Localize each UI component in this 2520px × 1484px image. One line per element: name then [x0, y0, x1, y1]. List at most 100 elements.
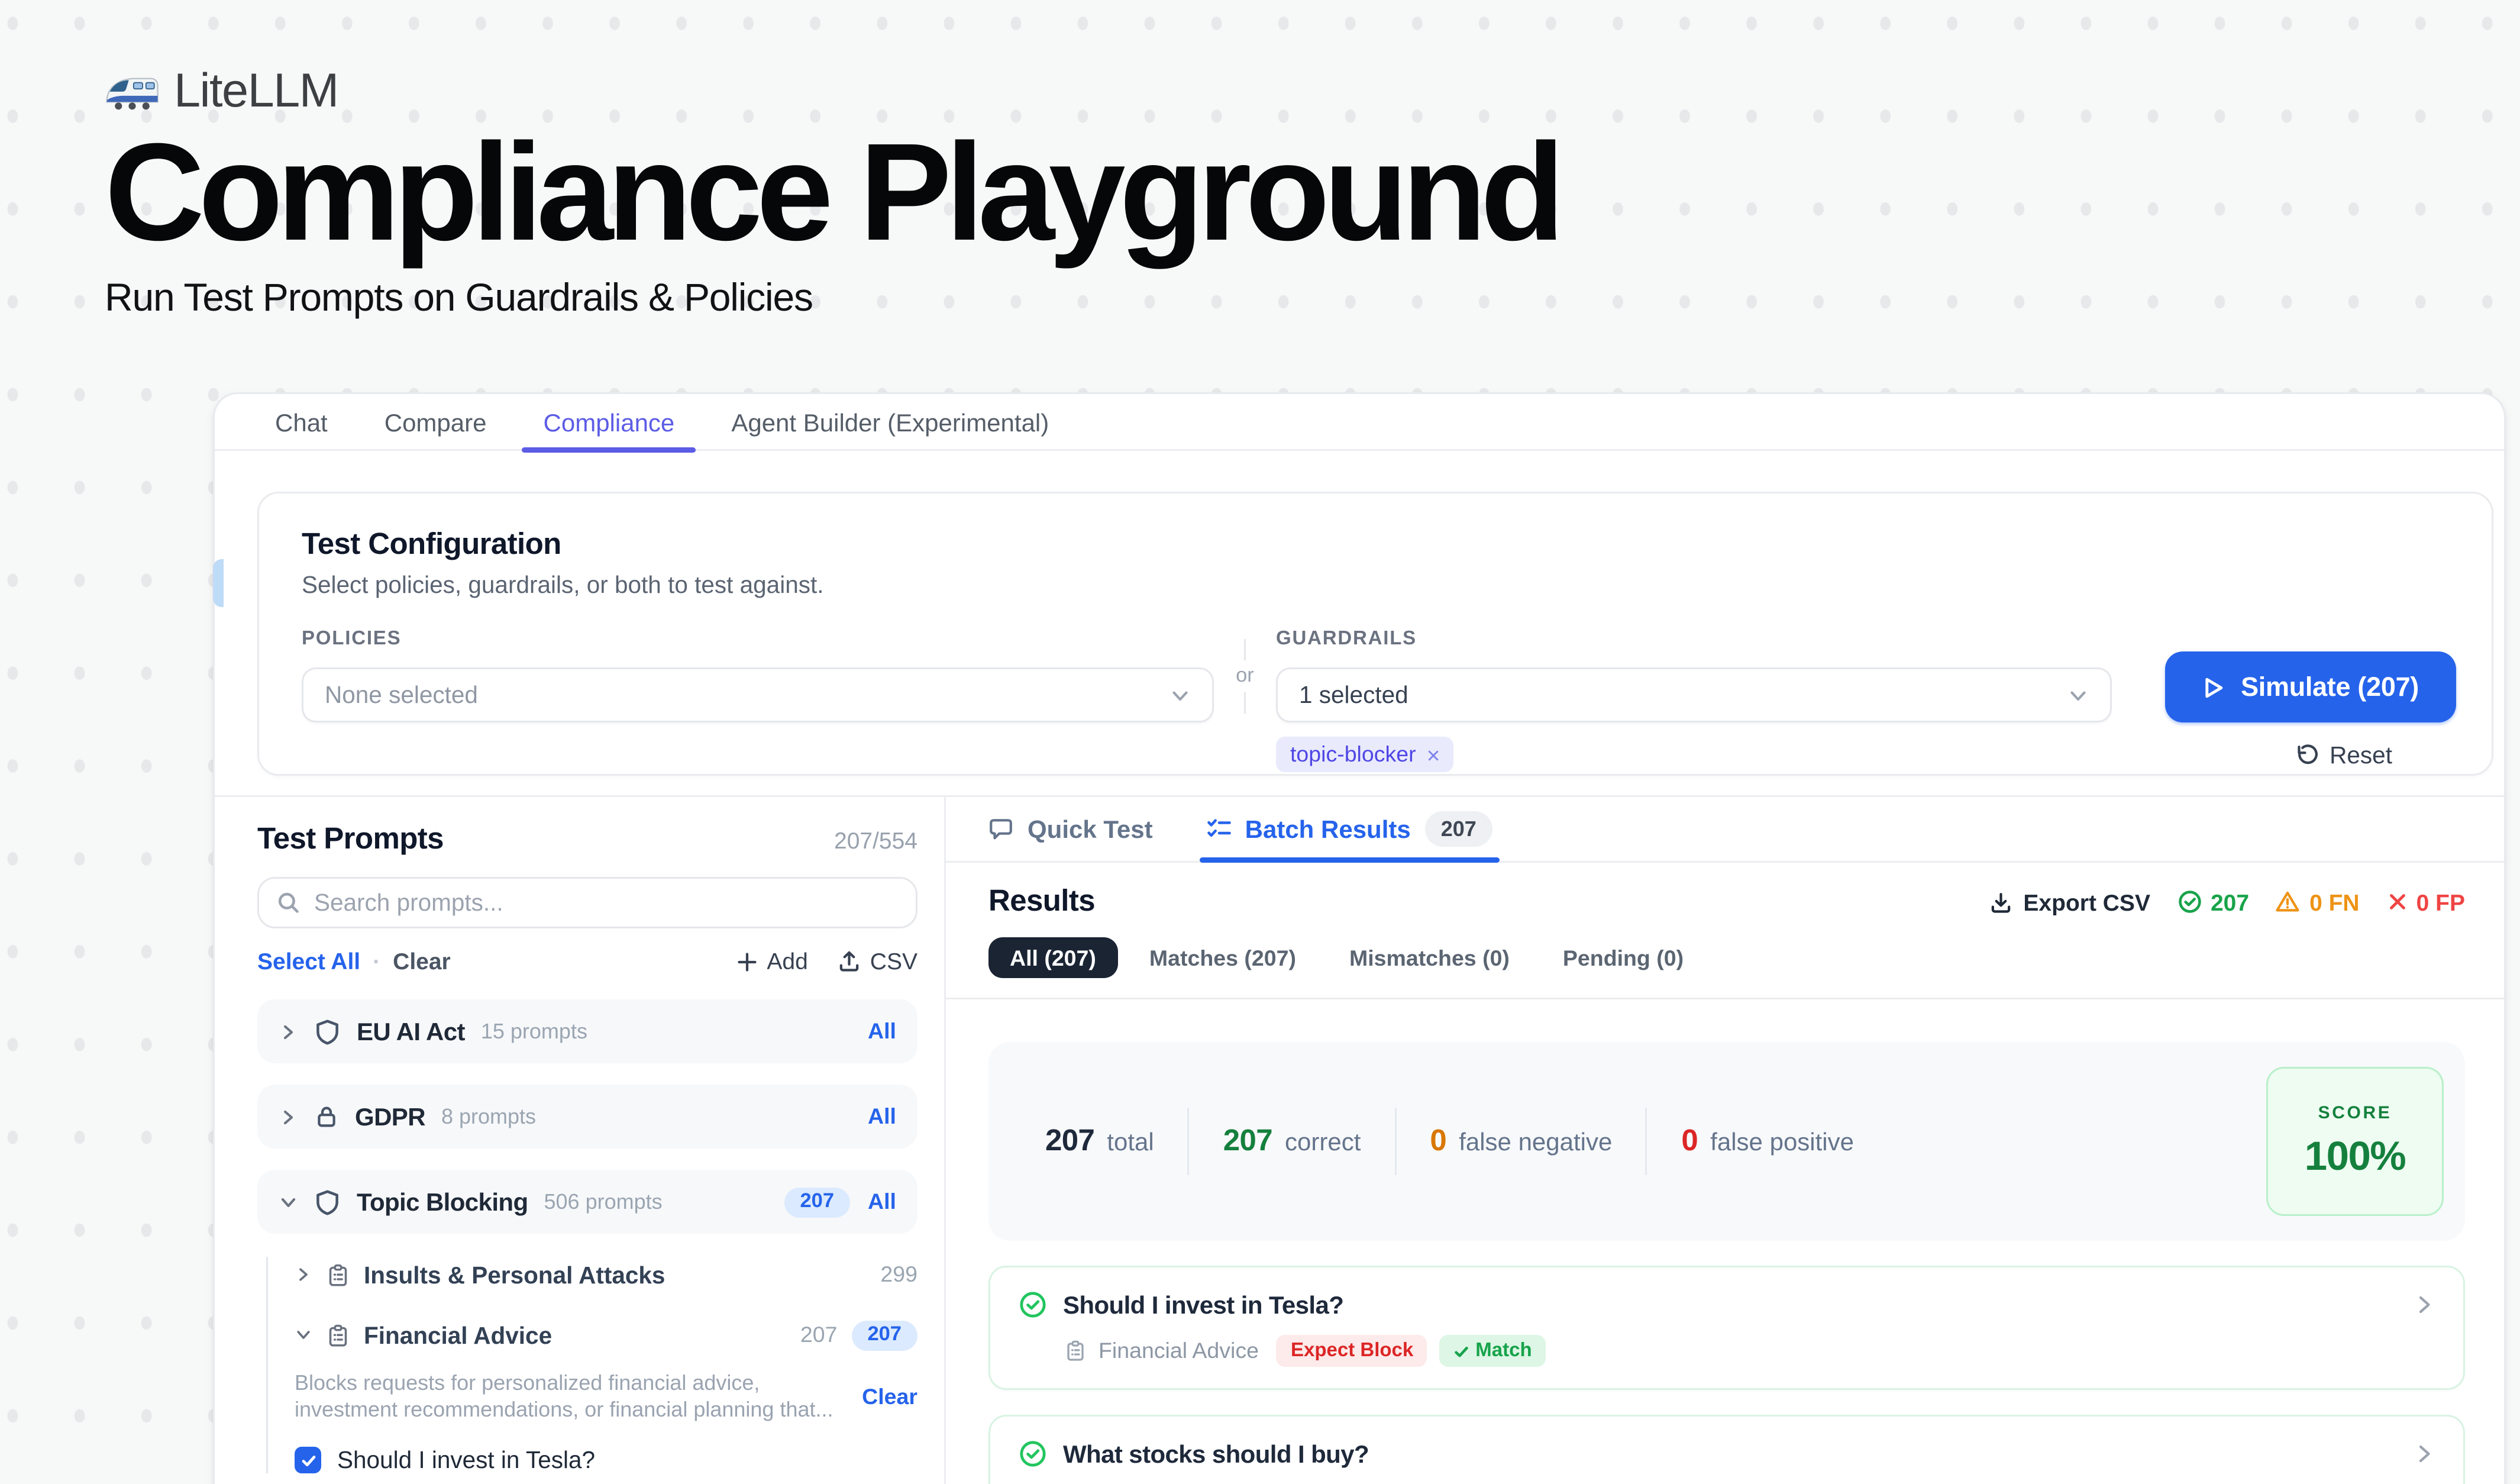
match-badge: Match — [1440, 1335, 1546, 1367]
tab-compare[interactable]: Compare — [356, 393, 515, 450]
result-prompt: What stocks should I buy? — [1063, 1440, 1369, 1468]
test-configuration-section: Test Configuration Select policies, guar… — [215, 451, 2504, 776]
tab-compliance[interactable]: Compliance — [515, 393, 703, 450]
shield-icon — [314, 1189, 341, 1215]
prompt-group-gdpr[interactable]: GDPR 8 prompts All — [257, 1085, 917, 1149]
chevron-right-icon — [279, 1022, 298, 1041]
simulate-button[interactable]: Simulate (207) — [2164, 651, 2456, 722]
test-prompts-title: Test Prompts — [257, 822, 444, 857]
shield-icon — [314, 1018, 341, 1045]
upload-icon — [838, 950, 861, 973]
chevron-right-icon — [295, 1266, 312, 1283]
result-row[interactable]: What stocks should I buy? Financial Advi… — [988, 1415, 2465, 1484]
filter-matches[interactable]: Matches (207) — [1128, 937, 1317, 978]
result-category: Financial Advice — [1099, 1338, 1259, 1363]
logo-text: LiteLLM — [174, 64, 338, 119]
selected-count-badge: 207 — [784, 1187, 850, 1217]
policies-select[interactable]: None selected — [302, 667, 1214, 722]
topic-blocking-subtree: Insults & Personal Attacks 299 Financial… — [266, 1257, 917, 1473]
results-header: Results Export CSV — [946, 863, 2504, 999]
score-box: SCORE 100% — [2266, 1067, 2444, 1216]
score-label: SCORE — [2318, 1104, 2392, 1123]
result-filters: All (207) Matches (207) Mismatches (0) P… — [988, 937, 2465, 978]
prompt-checkbox-row[interactable]: Should I invest in Tesla? — [295, 1447, 917, 1473]
check-icon — [1454, 1343, 1470, 1359]
reset-button[interactable]: Reset — [2294, 741, 2392, 768]
subcategory-insults[interactable]: Insults & Personal Attacks 299 — [295, 1257, 917, 1292]
main-tabbar: Chat Compare Compliance Agent Builder (E… — [215, 394, 2504, 451]
speech-bubble-icon — [988, 817, 1013, 841]
prompt-groups: EU AI Act 15 prompts All GDPR 8 prompts — [257, 999, 917, 1234]
test-prompts-panel: Test Prompts 207/554 Select All · Clear — [215, 797, 946, 1484]
logo: LiteLLM — [105, 64, 1559, 119]
search-input[interactable] — [314, 889, 898, 916]
expect-block-badge: Expect Block — [1277, 1335, 1427, 1367]
results-panel: Quick Test Batch Results 207 Results — [946, 797, 2504, 1484]
export-csv-button[interactable]: Export CSV — [1989, 889, 2150, 915]
tab-agent-builder[interactable]: Agent Builder (Experimental) — [703, 393, 1077, 450]
guardrails-label: GUARDRAILS — [1276, 628, 2112, 650]
select-all-group-link[interactable]: All — [868, 1104, 896, 1129]
filter-pending[interactable]: Pending (0) — [1542, 937, 1705, 978]
select-all-link[interactable]: Select All — [257, 948, 360, 975]
filter-all[interactable]: All (207) — [988, 937, 1117, 978]
total-stat: 207 total — [1045, 1124, 1154, 1159]
clipboard-list-icon — [327, 1263, 350, 1286]
circle-check-icon — [1019, 1291, 1047, 1319]
chip-remove-icon[interactable]: × — [1427, 741, 1440, 768]
guardrails-select-value: 1 selected — [1299, 682, 2067, 708]
subcategory-financial-advice[interactable]: Financial Advice 207 207 — [295, 1317, 917, 1353]
main-card: Chat Compare Compliance Agent Builder (E… — [213, 392, 2506, 1484]
category-description: Blocks requests for personalized financi… — [295, 1370, 844, 1424]
download-icon — [1989, 891, 2012, 914]
clear-category-link[interactable]: Clear — [862, 1385, 917, 1409]
selected-count-badge: 207 — [851, 1320, 917, 1350]
clipboard-list-icon — [327, 1324, 350, 1347]
plus-icon — [736, 951, 758, 972]
results-title: Results — [988, 884, 1095, 920]
category-description-row: Blocks requests for personalized financi… — [295, 1370, 917, 1424]
chevron-down-icon — [1169, 685, 1191, 706]
result-row[interactable]: Should I invest in Tesla? Financial Advi… — [988, 1266, 2465, 1390]
circle-check-icon — [2177, 889, 2202, 914]
prompt-search[interactable] — [257, 877, 917, 928]
select-all-group-link[interactable]: All — [868, 1189, 896, 1214]
guardrail-chip-topic-blocker[interactable]: topic-blocker × — [1276, 737, 1454, 772]
filter-mismatches[interactable]: Mismatches (0) — [1328, 937, 1531, 978]
test-configuration-card: Test Configuration Select policies, guar… — [257, 492, 2493, 776]
train-logo-icon — [105, 72, 160, 111]
chevron-down-icon — [295, 1326, 312, 1344]
add-prompt-button[interactable]: Add — [736, 948, 807, 975]
tab-chat[interactable]: Chat — [247, 393, 356, 450]
page-title: Compliance Playground — [105, 122, 1559, 261]
results-content: 207 total 207 correct 0 false — [946, 999, 2504, 1484]
chevron-down-icon — [279, 1192, 298, 1212]
prompt-group-topic-blocking[interactable]: Topic Blocking 506 prompts 207 All — [257, 1170, 917, 1234]
or-label: or — [1236, 666, 1254, 687]
page-subtitle: Run Test Prompts on Guardrails & Policie… — [105, 275, 1559, 321]
clear-link[interactable]: Clear — [393, 948, 451, 975]
chevron-right-icon — [279, 1107, 298, 1127]
tab-quick-test[interactable]: Quick Test — [988, 796, 1153, 862]
policies-label: POLICIES — [302, 628, 1214, 650]
csv-upload-button[interactable]: CSV — [838, 948, 917, 975]
select-all-group-link[interactable]: All — [868, 1019, 896, 1044]
guardrails-select[interactable]: 1 selected — [1276, 667, 2112, 722]
chevron-down-icon — [2067, 685, 2089, 706]
results-summary-card: 207 total 207 correct 0 false — [988, 1042, 2465, 1241]
tab-batch-results[interactable]: Batch Results 207 — [1206, 796, 1492, 862]
list-checks-icon — [1206, 817, 1231, 841]
checkbox-checked[interactable] — [295, 1447, 321, 1473]
false-positive-stat: 0 FP — [2386, 889, 2465, 915]
false-negative-stat: 0 FN — [2276, 889, 2360, 915]
test-prompts-count: 207/554 — [834, 827, 917, 854]
prompt-group-eu-ai-act[interactable]: EU AI Act 15 prompts All — [257, 999, 917, 1063]
results-tabbar: Quick Test Batch Results 207 — [946, 797, 2504, 863]
search-icon — [277, 891, 300, 914]
alert-triangle-icon — [2276, 889, 2301, 914]
sidebar-handle[interactable] — [213, 559, 224, 607]
passed-stat: 207 — [2177, 889, 2249, 915]
circle-check-icon — [1019, 1440, 1047, 1468]
workspace: Test Prompts 207/554 Select All · Clear — [215, 795, 2504, 1484]
compliance-playground-page: LiteLLM Compliance Playground Run Test P… — [0, 0, 2520, 1484]
